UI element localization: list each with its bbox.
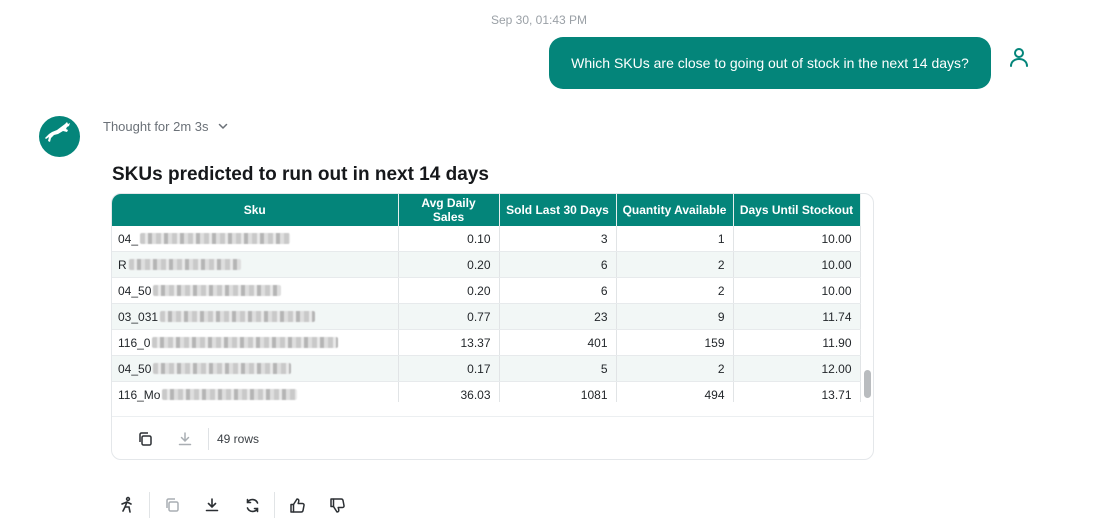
sold-last-30-days-cell: 3 — [499, 226, 617, 252]
message-timestamp: Sep 30, 01:43 PM — [490, 13, 588, 27]
sku-cell: 116_Mo — [112, 381, 399, 402]
sold-last-30-days-cell: 5 — [499, 355, 617, 382]
sold-last-30-days-cell: 6 — [499, 251, 617, 278]
days-until-stockout-cell: 11.74 — [733, 303, 861, 330]
avg-daily-sales-cell: 13.37 — [398, 329, 500, 356]
avg-daily-sales-cell: 36.03 — [398, 381, 500, 402]
thought-label: Thought for 2m 3s — [103, 119, 209, 134]
table-scroll-area[interactable]: Sku Avg Daily Sales Sold Last 30 Days Qu… — [112, 194, 873, 402]
days-until-stockout-cell: 11.90 — [733, 329, 861, 356]
redacted-text — [153, 285, 282, 296]
deer-logo-icon — [44, 121, 75, 152]
sold-last-30-days-cell: 401 — [499, 329, 617, 356]
redacted-text — [140, 233, 291, 244]
table-row: 04_50 0.17 5 2 12.00 — [112, 355, 861, 382]
quantity-available-cell: 2 — [616, 251, 734, 278]
sold-last-30-days-cell: 6 — [499, 277, 617, 304]
sold-last-30-days-cell: 1081 — [499, 381, 617, 402]
copy-icon[interactable] — [136, 430, 154, 448]
avg-daily-sales-cell: 0.10 — [398, 226, 500, 252]
accessibility-icon[interactable] — [117, 495, 137, 515]
result-table: Sku Avg Daily Sales Sold Last 30 Days Qu… — [112, 194, 861, 402]
table-row: 04_50 0.20 6 2 10.00 — [112, 277, 861, 304]
column-header-sku[interactable]: Sku — [112, 194, 399, 226]
days-until-stockout-cell: 10.00 — [733, 226, 861, 252]
copy-icon[interactable] — [162, 495, 182, 515]
download-icon[interactable] — [202, 495, 222, 515]
avg-daily-sales-cell: 0.20 — [398, 277, 500, 304]
table-row: 04_ 0.10 3 1 10.00 — [112, 226, 861, 252]
avg-daily-sales-cell: 0.20 — [398, 251, 500, 278]
result-title: SKUs predicted to run out in next 14 day… — [112, 164, 489, 185]
quantity-available-cell: 1 — [616, 226, 734, 252]
quantity-available-cell: 2 — [616, 355, 734, 382]
sku-cell: 03_031 — [112, 303, 399, 330]
redacted-text — [128, 259, 241, 270]
redacted-text — [153, 363, 292, 374]
days-until-stockout-cell: 12.00 — [733, 355, 861, 382]
assistant-avatar — [39, 116, 80, 157]
table-header-row: Sku Avg Daily Sales Sold Last 30 Days Qu… — [112, 194, 861, 226]
redacted-text — [160, 311, 316, 322]
quantity-available-cell: 2 — [616, 277, 734, 304]
sku-cell: 04_50 — [112, 277, 399, 304]
action-divider — [149, 492, 150, 518]
sku-cell: 04_50 — [112, 355, 399, 382]
user-message-text: Which SKUs are close to going out of sto… — [571, 55, 969, 71]
message-action-bar — [117, 492, 347, 518]
sku-cell: 04_ — [112, 226, 399, 252]
sku-cell: 116_0 — [112, 329, 399, 356]
user-icon — [1007, 45, 1031, 69]
avg-daily-sales-cell: 0.77 — [398, 303, 500, 330]
quantity-available-cell: 9 — [616, 303, 734, 330]
download-icon[interactable] — [176, 430, 194, 448]
redacted-text — [162, 389, 298, 400]
refresh-icon[interactable] — [242, 495, 262, 515]
thought-toggle[interactable]: Thought for 2m 3s — [103, 118, 229, 135]
table-footer: 49 rows — [112, 416, 873, 459]
chevron-down-icon — [217, 118, 229, 135]
quantity-available-cell: 494 — [616, 381, 734, 402]
user-message-bubble: Which SKUs are close to going out of sto… — [549, 37, 991, 89]
row-count: 49 rows — [217, 431, 260, 446]
quantity-available-cell: 159 — [616, 329, 734, 356]
sold-last-30-days-cell: 23 — [499, 303, 617, 330]
avg-daily-sales-cell: 0.17 — [398, 355, 500, 382]
thumbs-down-icon[interactable] — [327, 495, 347, 515]
column-header-avg-daily-sales[interactable]: Avg Daily Sales — [398, 194, 500, 226]
column-header-days-until-stockout[interactable]: Days Until Stockout — [733, 194, 861, 226]
table-scrollbar-thumb[interactable] — [864, 370, 871, 398]
days-until-stockout-cell: 10.00 — [733, 251, 861, 278]
table-row: 116_Mo 36.03 1081 494 13.71 — [112, 381, 861, 402]
days-until-stockout-cell: 13.71 — [733, 381, 861, 402]
sku-cell: R — [112, 251, 399, 278]
table-row: 116_0 13.37 401 159 11.90 — [112, 329, 861, 356]
result-table-card: Sku Avg Daily Sales Sold Last 30 Days Qu… — [111, 193, 874, 460]
redacted-text — [152, 337, 339, 348]
table-row: 03_031 0.77 23 9 11.74 — [112, 303, 861, 330]
column-header-quantity-available[interactable]: Quantity Available — [616, 194, 734, 226]
action-divider — [274, 492, 275, 518]
table-row: R 0.20 6 2 10.00 — [112, 251, 861, 278]
footer-divider — [208, 427, 209, 450]
column-header-sold-last-30-days[interactable]: Sold Last 30 Days — [499, 194, 617, 226]
days-until-stockout-cell: 10.00 — [733, 277, 861, 304]
thumbs-up-icon[interactable] — [287, 495, 307, 515]
